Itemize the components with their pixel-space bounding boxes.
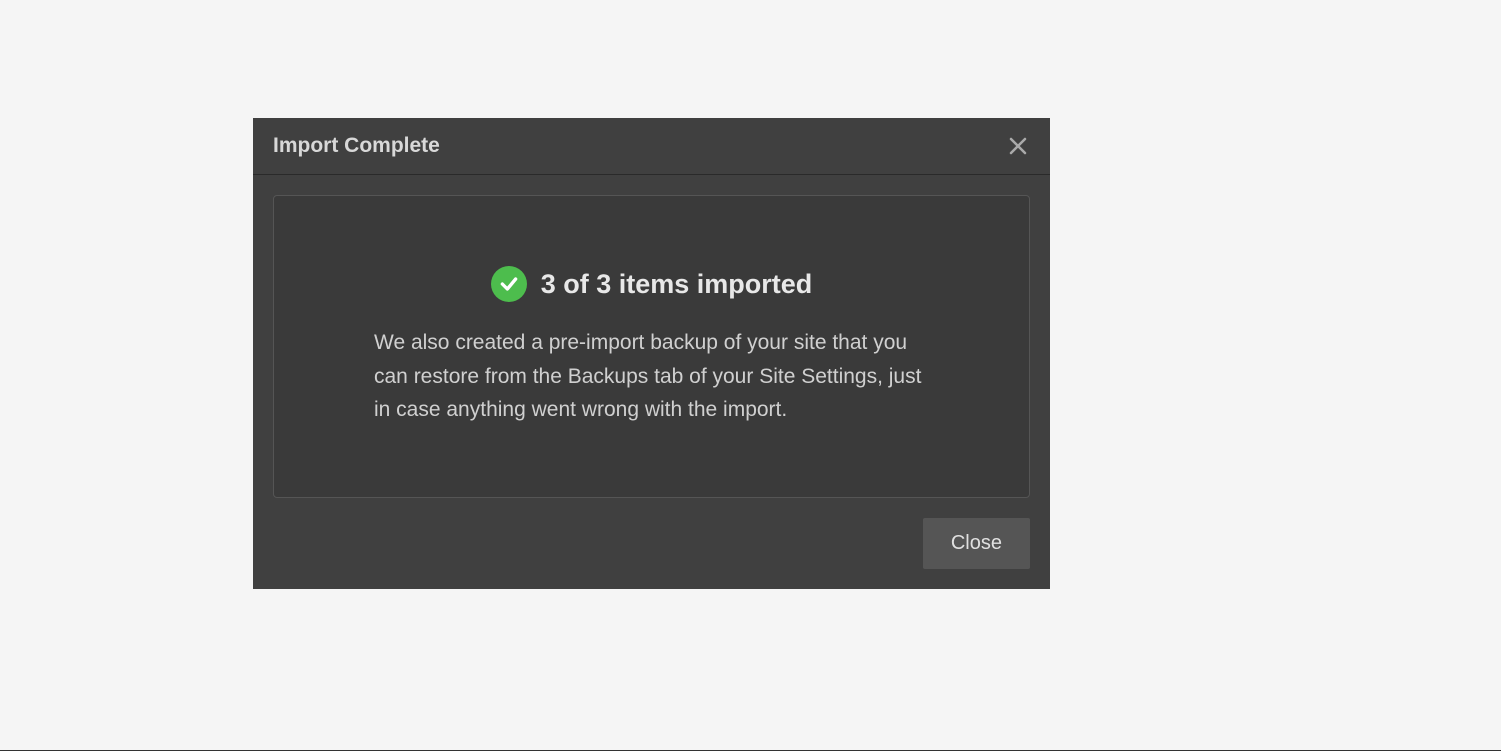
success-check-icon	[491, 266, 527, 302]
dialog-title: Import Complete	[273, 134, 440, 158]
dialog-footer: Close	[253, 518, 1050, 589]
close-icon[interactable]	[1006, 134, 1030, 158]
import-complete-dialog: Import Complete 3 of 3 items imported We…	[253, 118, 1050, 589]
close-button[interactable]: Close	[923, 518, 1030, 569]
result-panel: 3 of 3 items imported We also created a …	[273, 195, 1030, 498]
result-description: We also created a pre-import backup of y…	[374, 326, 929, 427]
result-summary-row: 3 of 3 items imported	[374, 266, 929, 302]
dialog-header: Import Complete	[253, 118, 1050, 175]
dialog-body: 3 of 3 items imported We also created a …	[253, 175, 1050, 518]
result-summary-text: 3 of 3 items imported	[541, 269, 813, 300]
